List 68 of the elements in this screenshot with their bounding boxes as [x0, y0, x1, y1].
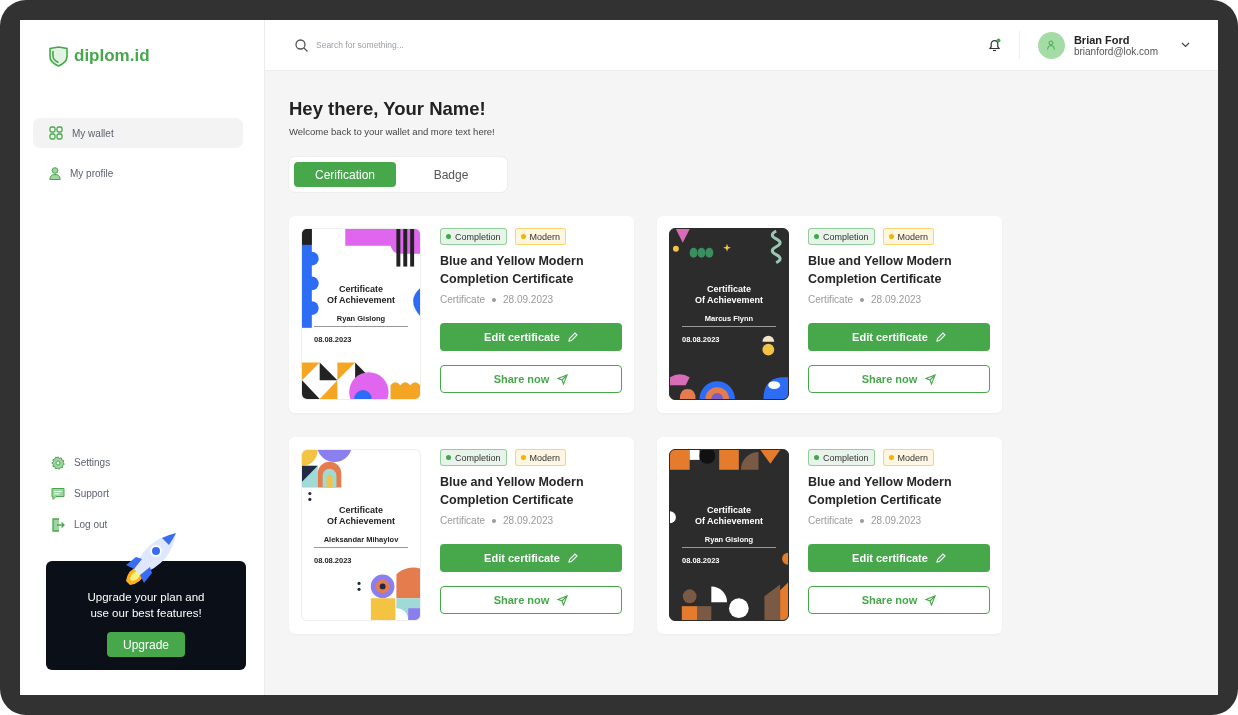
sidebar-item[interactable]: Support	[33, 482, 243, 505]
certificate-type: Certificate	[808, 294, 853, 305]
pencil-icon	[935, 553, 946, 563]
tab[interactable]: Cerification	[294, 162, 396, 187]
user-icon	[49, 166, 61, 180]
search-icon	[295, 38, 308, 52]
user-email: brianford@lok.com	[1073, 45, 1158, 57]
certificate-type: Certificate	[808, 515, 853, 526]
tag: Modern	[514, 449, 567, 466]
greeting-subtitle: Welcome back to your wallet and more text here!	[289, 126, 496, 137]
tag: Modern	[514, 228, 567, 245]
certificate-title: Blue and Yellow Modern Completion Certificate	[808, 474, 953, 509]
edit-certificate-button[interactable]: Edit certificate	[808, 323, 990, 351]
pencil-icon	[567, 332, 578, 342]
greeting-title: Hey there, Your Name!	[289, 98, 487, 120]
send-icon	[925, 373, 937, 385]
preview-title: Of Achievement	[693, 516, 765, 527]
settings-icon	[51, 455, 65, 470]
tab[interactable]: Badge	[400, 162, 502, 187]
certificate-date: 28.09.2023	[871, 515, 922, 526]
sidebar-item[interactable]: Log out	[33, 513, 243, 536]
tag: Completion	[440, 228, 507, 245]
preview-title: Of Achievement	[693, 295, 765, 306]
bell-icon[interactable]	[987, 38, 1001, 52]
tag: Completion	[808, 228, 875, 245]
tag: Completion	[808, 449, 875, 466]
certificate-title: Blue and Yellow Modern Completion Certificate	[808, 253, 953, 288]
preview-title: Of Achievement	[325, 295, 397, 306]
share-button[interactable]: Share now	[440, 365, 622, 393]
edit-certificate-button[interactable]: Edit certificate	[440, 323, 622, 351]
tag: Modern	[882, 449, 935, 466]
brand-name: diplom.id	[74, 46, 150, 66]
preview-title: Certificate	[706, 284, 752, 295]
send-icon	[557, 373, 569, 385]
send-icon	[557, 594, 569, 606]
certificate-date: 28.09.2023	[503, 294, 554, 305]
sidebar-item[interactable]: Settings	[33, 451, 243, 474]
sidebar-item[interactable]: My wallet	[33, 118, 243, 148]
search-field[interactable]: Search for something...	[314, 39, 518, 51]
send-icon	[925, 594, 937, 606]
sidebar-item[interactable]: My profile	[33, 158, 243, 188]
share-button[interactable]: Share now	[808, 365, 990, 393]
tag: Completion	[440, 449, 507, 466]
upgrade-button[interactable]: Upgrade	[107, 632, 185, 657]
share-button[interactable]: Share now	[808, 586, 990, 614]
preview-title: Certificate	[706, 505, 752, 516]
certificate-title: Blue and Yellow Modern Completion Certificate	[440, 474, 585, 509]
pencil-icon	[935, 332, 946, 342]
tag: Modern	[882, 228, 935, 245]
chevron-down-icon[interactable]	[1181, 42, 1190, 48]
certificate-date: 28.09.2023	[871, 294, 922, 305]
edit-certificate-button[interactable]: Edit certificate	[440, 544, 622, 572]
user-name: Brian Ford	[1073, 33, 1131, 46]
certificate-date: 28.09.2023	[503, 515, 554, 526]
preview-title: Certificate	[338, 284, 384, 295]
logout-icon	[51, 517, 65, 532]
grid-icon	[49, 126, 63, 140]
edit-certificate-button[interactable]: Edit certificate	[808, 544, 990, 572]
preview-title: Of Achievement	[325, 516, 397, 527]
certificate-title: Blue and Yellow Modern Completion Certificate	[440, 253, 585, 288]
certificate-type: Certificate	[440, 515, 485, 526]
upgrade-text: Upgrade your plan and use our best features!	[86, 590, 206, 621]
chat-icon	[51, 487, 65, 500]
preview-title: Certificate	[338, 505, 384, 516]
certificate-type: Certificate	[440, 294, 485, 305]
share-button[interactable]: Share now	[440, 586, 622, 614]
pencil-icon	[567, 553, 578, 563]
shield-logo-icon	[49, 45, 68, 67]
